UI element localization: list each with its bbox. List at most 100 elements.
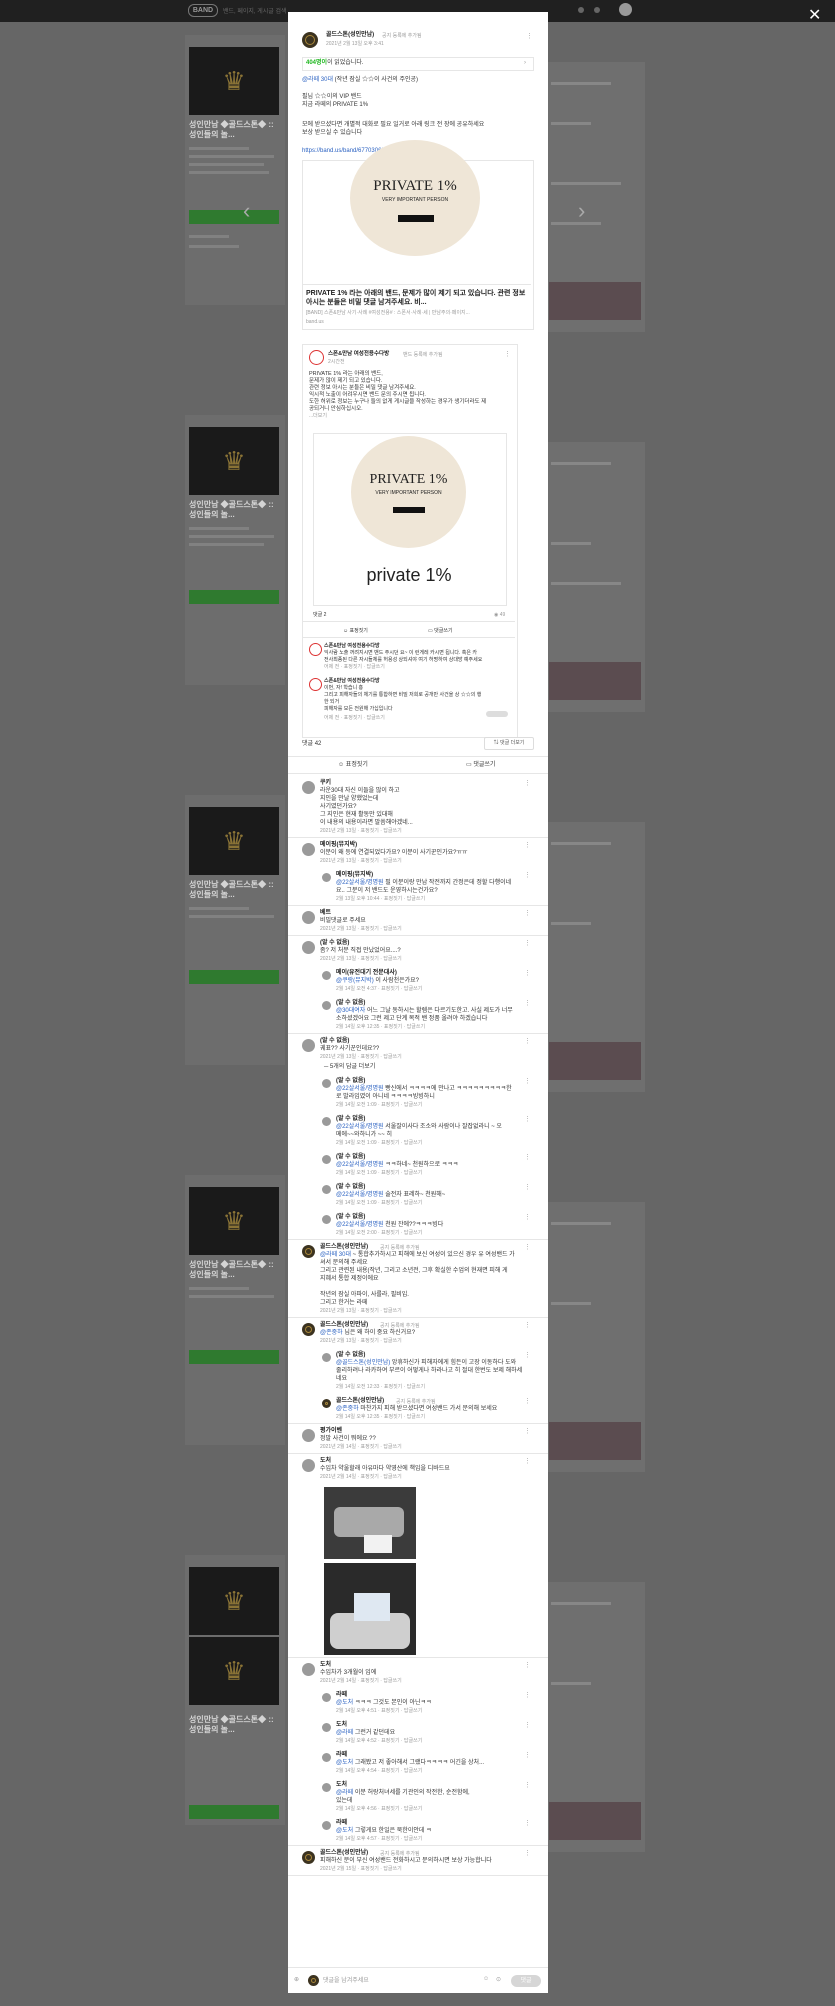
shared-like-button[interactable]: ☺ 표정짓기 [343,627,368,635]
commenter-avatar[interactable] [322,1215,331,1224]
comment-author[interactable]: 쿠키 [320,779,331,787]
comment-author[interactable]: 골드스톤(성인만남) [336,1397,384,1405]
comment-author[interactable]: 라떼 [336,1691,347,1699]
like-button[interactable]: ☺ 표정짓기 [338,761,368,769]
scroll-handle[interactable] [486,711,508,717]
more-icon[interactable]: ⋮ [526,32,533,40]
comment-author[interactable]: (알 수 없음) [320,1037,349,1045]
mention-tag[interactable]: @30대여자 [336,1008,365,1014]
prev-arrow-icon[interactable]: ‹ [243,198,250,224]
more-icon[interactable]: ⋮ [504,350,511,358]
more-icon[interactable]: ⋮ [524,1153,531,1161]
commenter-avatar[interactable] [322,1399,331,1408]
commenter-avatar[interactable] [322,1693,331,1702]
more-icon[interactable]: ⋮ [524,1243,531,1251]
more-icon[interactable]: ⋮ [524,1691,531,1699]
comment-button[interactable]: ▭ 댓글쓰기 [466,761,495,769]
more-icon[interactable]: ⋮ [524,871,531,879]
shared-author-avatar[interactable] [309,350,324,365]
more-icon[interactable]: ⋮ [524,1751,531,1759]
shared-comments-count[interactable]: 댓글 2 [313,611,326,619]
send-button[interactable]: 댓글 [511,1975,541,1987]
comment-author[interactable]: (알 수 없음) [336,1115,365,1123]
mention-tag[interactable]: @도처 [336,1760,353,1766]
comment-author[interactable]: 골드스톤(성인만남) [320,1321,368,1329]
mention-tag[interactable]: @22살서울/명명원 [336,880,384,886]
more-icon[interactable]: ⋮ [524,1427,531,1435]
commenter-avatar[interactable] [322,1079,331,1088]
comment-author[interactable]: 골드스톤(성인만남) [320,1849,368,1857]
commenter-avatar[interactable] [322,1155,331,1164]
comment-author[interactable]: (알 수 없음) [336,1351,365,1359]
attached-photo[interactable] [324,1487,416,1559]
mention-tag[interactable]: @존중하 [320,1330,343,1336]
mention-tag[interactable]: @쿠랑(뮤지박) [336,978,374,984]
commenter-avatar[interactable] [302,1323,315,1336]
more-icon[interactable]: ⋮ [524,1321,531,1329]
more-icon[interactable]: ⋮ [524,1721,531,1729]
more-icon[interactable]: ⋮ [524,939,531,947]
commenter-avatar[interactable] [302,941,315,954]
commenter-avatar[interactable] [322,1353,331,1362]
comment-author[interactable]: (알 수 없음) [336,1077,365,1085]
more-icon[interactable]: ⋮ [524,1397,531,1405]
comment-author[interactable]: 도처 [320,1457,331,1465]
more-icon[interactable]: ⋮ [524,909,531,917]
comment-author[interactable]: 메이(유전대기 전문대사) [336,969,397,977]
more-icon[interactable]: ⋮ [524,779,531,787]
more-icon[interactable]: ⋮ [524,999,531,1007]
commenter-avatar[interactable] [302,1429,315,1442]
mention-tag[interactable]: @22살서울/명명원 [336,1086,384,1092]
comment-author[interactable]: (알 수 없음) [336,1183,365,1191]
mention-tag[interactable]: @22살서울/명명원 [336,1162,384,1168]
comment-author[interactable]: 메이핑(뮤지박) [320,841,357,849]
commenter-avatar[interactable] [322,971,331,980]
plus-icon[interactable]: ⊕ [294,1976,299,1983]
commenter-avatar[interactable] [302,1459,315,1472]
mention-tag[interactable]: @라떼 30대 [302,77,333,83]
attached-photo[interactable] [324,1563,416,1655]
mention-tag[interactable]: @골드스톤(성인만남) [336,1360,390,1366]
comment-author[interactable]: (알 수 없음) [336,999,365,1007]
mention-tag[interactable]: @22살서울/명명원 [336,1124,384,1130]
more-icon[interactable]: ⋮ [524,841,531,849]
more-replies-link[interactable]: ─ 5개의 답글 더보기 [324,1063,375,1071]
chat-icon[interactable] [578,7,584,13]
preview-title[interactable]: PRIVATE 1% 라는 아래의 밴드, 문제가 많이 제기 되고 있습니다.… [306,289,528,307]
mention-tag[interactable]: @도처 [336,1828,353,1834]
comment-author[interactable]: 도처 [320,1661,331,1669]
comment-author[interactable]: (알 수 없음) [336,1213,365,1221]
shared-more-link[interactable]: ...더보기 [309,412,327,420]
comment-author[interactable]: 라떼 [336,1751,347,1759]
more-comments-button[interactable]: ⇅ 댓글 더보기 [484,737,534,750]
shared-comment-button[interactable]: ▭ 댓글쓰기 [428,627,453,635]
commenter-avatar[interactable] [322,1185,331,1194]
comment-author[interactable]: 라떼 [336,1819,347,1827]
commenter-avatar[interactable] [322,1723,331,1732]
more-icon[interactable]: ⋮ [524,1819,531,1827]
comment-input[interactable]: 댓글을 남겨주세요 [323,1977,369,1985]
more-icon[interactable]: ⋮ [524,1351,531,1359]
commenter-avatar[interactable] [322,1821,331,1830]
mention-tag[interactable]: @라떼 [336,1790,353,1796]
commenter-avatar[interactable] [322,1117,331,1126]
commenter-avatar[interactable] [322,1783,331,1792]
more-icon[interactable]: ⋮ [524,1077,531,1085]
commenter-avatar[interactable] [302,1039,315,1052]
mention-tag[interactable]: @존중하 [336,1406,359,1412]
author-avatar[interactable] [302,32,318,48]
commenter-avatar[interactable] [302,1851,315,1864]
top-search-text[interactable]: 밴드, 페이지, 게시글 검색 [223,6,287,15]
comment-count[interactable]: 댓글 42 [302,740,321,748]
commenter-avatar[interactable] [322,873,331,882]
shared-author[interactable]: 스폰&만남 여성전용수다방 [328,350,389,358]
more-icon[interactable]: ⋮ [524,1457,531,1465]
mention-tag[interactable]: @22살서울/명명원 [336,1222,384,1228]
next-arrow-icon[interactable]: › [578,198,585,224]
band-logo[interactable]: BAND [188,4,218,17]
more-icon[interactable]: ⋮ [524,1661,531,1669]
commenter-avatar[interactable] [302,781,315,794]
comment-author[interactable]: 메이핑(뮤지박) [336,871,373,879]
comment-author[interactable]: (알 수 없음) [336,1153,365,1161]
more-icon[interactable]: ⋮ [524,1037,531,1045]
